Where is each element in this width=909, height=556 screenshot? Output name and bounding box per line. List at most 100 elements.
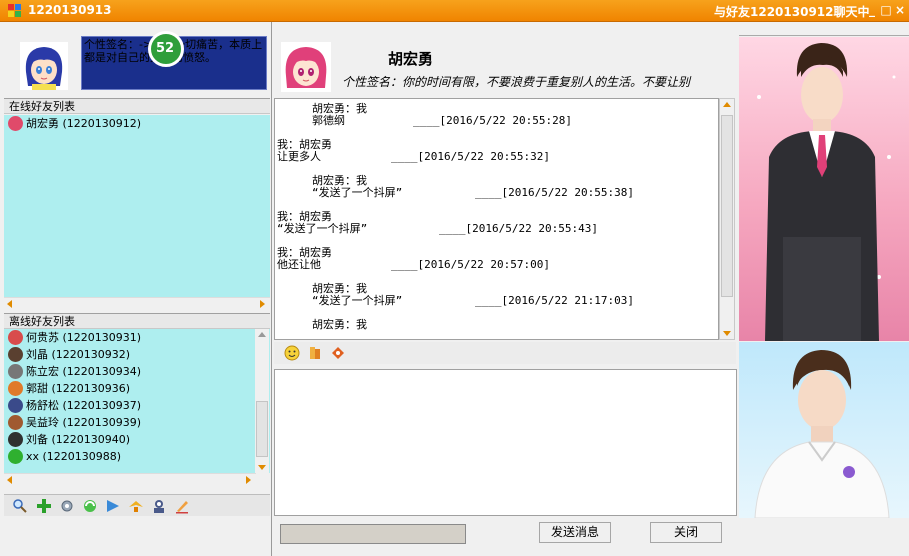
close-button[interactable]: 关闭 [650, 522, 722, 543]
friend-label: 吴益玲 (1220130939) [26, 416, 142, 429]
add-friend-icon[interactable] [36, 498, 52, 514]
edit-icon[interactable] [174, 498, 190, 514]
online-group-header[interactable]: 在线好友列表 [4, 98, 270, 114]
offline-friend-item[interactable]: 杨舒松 (1220130937) [4, 397, 270, 414]
window-title-chat: 与好友1220130912聊天中 [714, 5, 870, 19]
scroll-right-icon[interactable] [260, 300, 265, 308]
scroll-left-icon[interactable] [7, 300, 12, 308]
friend-show-figure-icon [757, 43, 896, 341]
message-text: 郭德纲 [312, 114, 345, 127]
close-window-button[interactable]: × [892, 2, 908, 18]
bird-icon[interactable] [128, 498, 144, 514]
message-time: ____[2016/5/22 20:55:43] [439, 222, 598, 235]
message-text: “发送了一个抖屏” [312, 186, 403, 199]
offline-friend-item[interactable]: 何贵苏 (1220130931) [4, 329, 270, 346]
window-title-account: 1220130913 [28, 3, 112, 17]
scroll-up-icon[interactable] [723, 102, 731, 107]
friend-label: 刘备 (1220130940) [26, 433, 131, 446]
friend-avatar-icon [8, 449, 23, 464]
refresh-icon[interactable] [82, 498, 98, 514]
friend-signature: 个性签名：你的时间有限，不要浪费于重复别人的生活。不要让别 [342, 75, 691, 89]
app-icon [8, 4, 22, 18]
message-time: ____[2016/5/22 20:55:28] [413, 114, 572, 127]
show-panel-header [739, 22, 909, 36]
message-entry: “发送了一个抖屏” [277, 223, 367, 235]
scroll-down-icon[interactable] [723, 331, 731, 336]
online-friend-item[interactable]: 胡宏勇 (1220130912) [4, 115, 270, 132]
friend-label: 刘晶 (1220130932) [26, 348, 131, 361]
title-bar[interactable]: 1220130913 与好友1220130912聊天中 _ □ × [0, 0, 909, 22]
share-icon[interactable] [105, 498, 121, 514]
self-avatar[interactable] [20, 42, 68, 90]
friend-avatar-icon [8, 432, 23, 447]
offline-friend-item[interactable]: 吴益玲 (1220130939) [4, 414, 270, 431]
friend-label: 郭甜 (1220130936) [26, 382, 131, 395]
chat-toolbar [274, 342, 736, 364]
message-entry: 胡宏勇：我 [312, 319, 367, 331]
friend-name: 胡宏勇 [388, 50, 434, 68]
friend-toolbar [4, 494, 270, 516]
shake-icon[interactable] [330, 345, 346, 361]
message-time: ____[2016/5/22 20:55:38] [475, 186, 634, 199]
friend-avatar-icon [8, 381, 23, 396]
offline-friend-item[interactable]: xx (1220130988) [4, 448, 270, 465]
message-entry: 郭德纲 [312, 115, 345, 127]
chat-header: 胡宏勇 个性签名：你的时间有限，不要浪费于重复别人的生活。不要让别 [274, 22, 739, 98]
message-time: ____[2016/5/22 21:17:03] [475, 294, 634, 307]
message-entry: “发送了一个抖屏” [312, 295, 402, 307]
scroll-left-icon[interactable] [7, 476, 12, 484]
offline-friend-item[interactable]: 刘备 (1220130940) [4, 431, 270, 448]
message-text: “发送了一个抖屏” [277, 222, 368, 235]
friend-label: 杨舒松 (1220130937) [26, 399, 142, 412]
offline-list-vscrollbar[interactable] [255, 329, 269, 473]
emoji-icon[interactable] [284, 345, 300, 361]
offline-group-header[interactable]: 离线好友列表 [4, 313, 270, 329]
message-entry: “发送了一个抖屏” [312, 187, 402, 199]
friend-avatar-icon [8, 415, 23, 430]
friend-avatar-icon [8, 347, 23, 362]
scroll-thumb[interactable] [256, 401, 268, 457]
friend-label: xx (1220130988) [26, 450, 122, 463]
offline-friend-item[interactable]: 陈立宏 (1220130934) [4, 363, 270, 380]
friend-show-image [739, 37, 909, 341]
friend-label: 陈立宏 (1220130934) [26, 365, 142, 378]
offline-friend-item[interactable]: 郭甜 (1220130936) [4, 380, 270, 397]
message-text: 他还让他 [277, 258, 321, 271]
friend-avatar-icon [8, 364, 23, 379]
self-show-figure-icon [754, 350, 890, 518]
online-friend-list[interactable]: 胡宏勇 (1220130912) [4, 115, 270, 297]
font-icon[interactable] [307, 345, 323, 361]
offline-list-hscrollbar[interactable] [4, 473, 256, 487]
offline-friend-item[interactable]: 刘晶 (1220130932) [4, 346, 270, 363]
send-button[interactable]: 发送消息 [539, 522, 611, 543]
profile-icon[interactable] [151, 498, 167, 514]
scroll-thumb[interactable] [721, 115, 733, 297]
self-profile: 个性签名：->人的一切痛苦，本质上都是对自己的无能的愤怒。 [0, 22, 271, 98]
settings-icon[interactable] [59, 498, 75, 514]
offline-friend-list[interactable]: 何贵苏 (1220130931) 刘晶 (1220130932) 陈立宏 (12… [4, 329, 270, 473]
message-entry: 他还让他 [277, 259, 321, 271]
friend-label: 胡宏勇 (1220130912) [26, 117, 142, 130]
message-input[interactable] [274, 369, 737, 516]
notification-badge[interactable]: 52 [148, 31, 184, 67]
message-entry: 让更多人 [277, 151, 321, 163]
message-time: ____[2016/5/22 20:55:32] [391, 150, 550, 163]
search-icon[interactable] [12, 498, 28, 514]
scroll-right-icon[interactable] [246, 476, 251, 484]
friend-avatar[interactable] [281, 42, 331, 92]
scroll-down-icon[interactable] [258, 465, 266, 470]
message-history[interactable]: 胡宏勇：我 郭德纲 ____[2016/5/22 20:55:28] 我：胡宏勇… [274, 98, 719, 340]
friend-avatar-icon [8, 330, 23, 345]
bottom-bar: 发送消息 关闭 [274, 516, 739, 556]
status-box [280, 524, 466, 544]
message-text: “发送了一个抖屏” [312, 294, 403, 307]
message-text: 让更多人 [277, 150, 321, 163]
message-sender: 胡宏勇：我 [312, 318, 367, 331]
online-list-hscrollbar[interactable] [4, 297, 270, 311]
friend-avatar-icon [8, 398, 23, 413]
show-panel [739, 22, 909, 518]
message-time: ____[2016/5/22 20:57:00] [391, 258, 550, 271]
scroll-up-icon[interactable] [258, 332, 266, 337]
message-vscrollbar[interactable] [719, 98, 735, 340]
self-show-image [739, 342, 909, 518]
